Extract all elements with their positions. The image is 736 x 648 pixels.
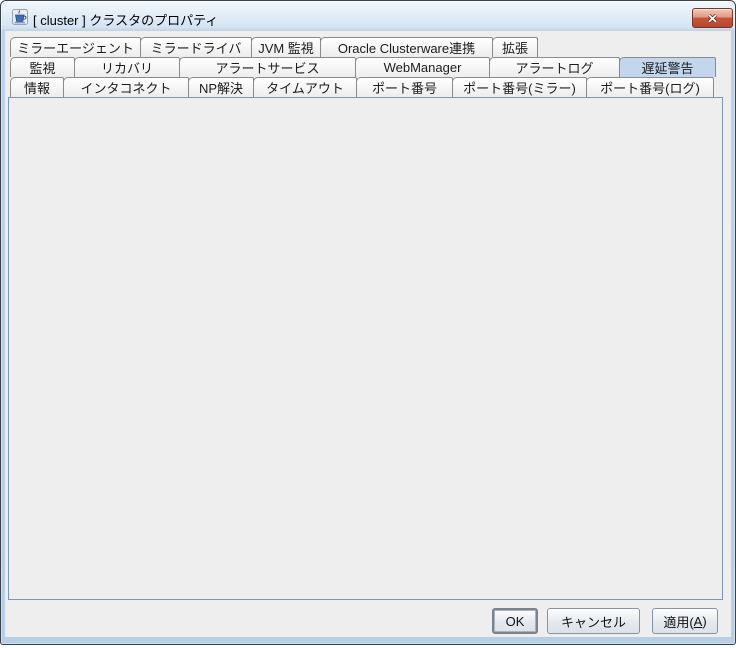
window-title: [ cluster ] クラスタのプロパティ (33, 10, 218, 29)
close-button[interactable] (692, 8, 733, 28)
delay-warning-panel (8, 97, 723, 600)
tab-jvm-monitor[interactable]: JVM 監視 (251, 37, 321, 57)
tab-port-number-mirror[interactable]: ポート番号(ミラー) (452, 77, 587, 97)
titlebar[interactable]: [ cluster ] クラスタのプロパティ (2, 2, 732, 30)
tab-port-number[interactable]: ポート番号 (356, 77, 453, 97)
apply-button[interactable]: 適用(A) (652, 608, 718, 634)
button-text: 適用( (663, 612, 693, 631)
tab-mirror-driver[interactable]: ミラードライバ (140, 37, 252, 57)
tab-row-1: ミラーエージェント ミラードライバ JVM 監視 Oracle Clusterw… (10, 37, 538, 57)
tab-alert-log[interactable]: アラートログ (489, 57, 620, 77)
tab-recovery[interactable]: リカバリ (74, 57, 180, 77)
tab-np-resolution[interactable]: NP解決 (188, 77, 254, 97)
tab-mirror-agent[interactable]: ミラーエージェント (10, 37, 141, 57)
button-text: ) (702, 614, 706, 629)
close-icon (707, 14, 718, 23)
tab-extension[interactable]: 拡張 (492, 37, 538, 57)
tab-row-2: 監視 リカバリ アラートサービス WebManager アラートログ 遅延警告 (10, 57, 716, 77)
tab-info[interactable]: 情報 (10, 77, 64, 97)
tab-monitor[interactable]: 監視 (10, 57, 75, 77)
tab-interconnect[interactable]: インタコネクト (63, 77, 189, 97)
tab-webmanager[interactable]: WebManager (355, 57, 490, 77)
tab-delay-warning[interactable]: 遅延警告 (619, 57, 716, 77)
tab-row-3: 情報 インタコネクト NP解決 タイムアウト ポート番号 ポート番号(ミラー) … (10, 77, 714, 97)
tab-port-number-log[interactable]: ポート番号(ログ) (586, 77, 714, 97)
cancel-button[interactable]: キャンセル (547, 608, 640, 634)
cluster-properties-dialog: [ cluster ] クラスタのプロパティ ミラーエージェント ミラードライバ… (0, 0, 736, 648)
ok-button[interactable]: OK (492, 608, 538, 634)
tab-oracle-clusterware[interactable]: Oracle Clusterware連携 (320, 37, 493, 57)
tab-alert-service[interactable]: アラートサービス (179, 57, 356, 77)
mnemonic-letter: A (694, 614, 703, 629)
tab-timeout[interactable]: タイムアウト (253, 77, 357, 97)
java-icon (12, 9, 28, 25)
